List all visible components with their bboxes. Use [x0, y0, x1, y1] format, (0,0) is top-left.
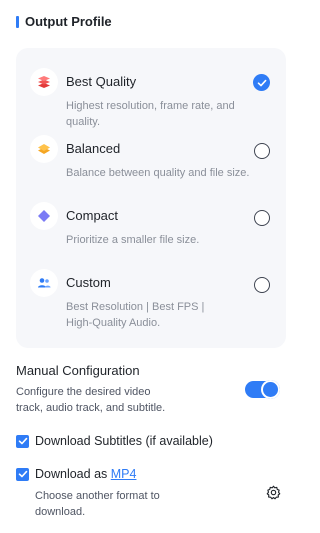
profile-title: Balanced	[66, 141, 121, 156]
profile-option-compact[interactable]: Compact Prioritize a smaller file size.	[16, 202, 286, 266]
download-format-description: Choose another format to download.	[35, 490, 160, 518]
profile-title: Compact	[66, 208, 119, 223]
check-icon	[18, 437, 27, 445]
check-icon	[257, 79, 266, 86]
radio-selected[interactable]	[253, 74, 270, 91]
profiles-card: Best Quality Highest resolution, frame r…	[16, 48, 286, 348]
profile-description: Best Resolution | Best FPS | High-Qualit…	[66, 301, 205, 329]
profile-description: Highest resolution, frame rate, and qual…	[66, 100, 235, 128]
radio-unselected[interactable]	[254, 143, 270, 159]
download-format-checkbox[interactable]	[16, 467, 29, 481]
download-subtitles-checkbox[interactable]	[16, 434, 29, 448]
format-link[interactable]: MP4	[111, 467, 137, 481]
download-subtitles-row[interactable]: Download Subtitles (if available)	[16, 434, 213, 448]
radio-unselected[interactable]	[254, 210, 270, 226]
radio-unselected[interactable]	[254, 277, 270, 293]
section-title: Output Profile	[25, 14, 112, 29]
profile-option-best-quality[interactable]: Best Quality Highest resolution, frame r…	[16, 68, 286, 132]
users-icon	[30, 269, 58, 297]
stack-layers-icon	[30, 68, 58, 96]
section-accent-bar	[16, 15, 19, 28]
diamond-icon	[30, 202, 58, 230]
section-header: Output Profile	[16, 14, 112, 29]
manual-configuration-description: Configure the desired video track, audio…	[16, 386, 166, 414]
profile-option-balanced[interactable]: Balanced Balance between quality and fil…	[16, 135, 286, 199]
download-subtitles-label: Download Subtitles (if available)	[35, 434, 213, 448]
download-format-label: Download as MP4	[35, 467, 136, 481]
manual-configuration-title: Manual Configuration	[16, 363, 140, 378]
gear-icon[interactable]	[265, 484, 281, 500]
download-format-prefix: Download as	[35, 467, 111, 481]
check-icon	[18, 470, 27, 478]
download-format-row[interactable]: Download as MP4	[16, 467, 136, 481]
profile-title: Custom	[66, 275, 111, 290]
profile-description: Balance between quality and file size.	[66, 167, 250, 179]
diamond-layer-icon	[30, 135, 58, 163]
profile-title: Best Quality	[66, 74, 137, 89]
manual-configuration-toggle[interactable]	[245, 380, 280, 399]
profile-option-custom[interactable]: Custom Best Resolution | Best FPS | High…	[16, 269, 286, 343]
profile-description: Prioritize a smaller file size.	[66, 234, 200, 246]
toggle-knob	[261, 380, 280, 399]
